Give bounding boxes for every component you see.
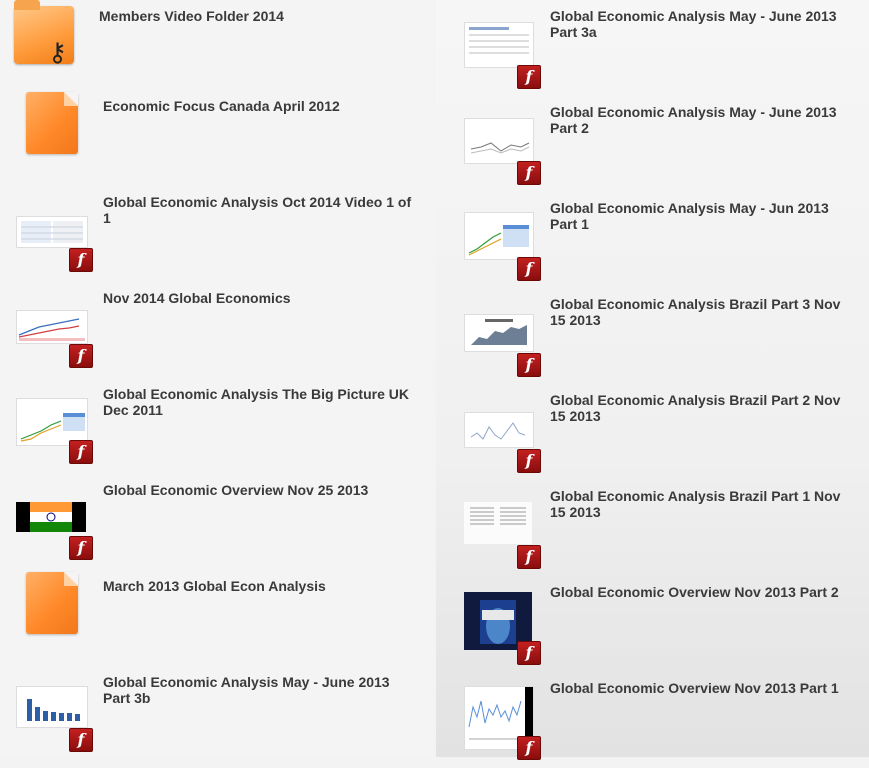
video-thumbnail-image: [464, 212, 534, 260]
thumbnail[interactable]: f: [14, 666, 94, 756]
list-item[interactable]: f Global Economic Analysis May - June 20…: [436, 96, 866, 192]
item-title[interactable]: Global Economic Analysis May - June 2013…: [103, 674, 413, 706]
list-item[interactable]: f Global Economic Analysis Brazil Part 1…: [436, 480, 866, 576]
thumbnail[interactable]: ⚷: [14, 0, 94, 90]
item-title[interactable]: Global Economic Analysis The Big Picture…: [103, 386, 413, 418]
video-library: ⚷ Members Video Folder 2014 Economic Foc…: [0, 0, 869, 760]
video-thumbnail-image: [464, 22, 534, 68]
item-title[interactable]: Global Economic Analysis Brazil Part 2 N…: [550, 392, 855, 424]
item-title[interactable]: Economic Focus Canada April 2012: [103, 98, 413, 114]
list-item[interactable]: Economic Focus Canada April 2012: [0, 90, 430, 186]
thumbnail[interactable]: f: [464, 96, 544, 186]
video-thumbnail-image: [16, 310, 88, 344]
item-title[interactable]: Global Economic Analysis Brazil Part 3 N…: [550, 296, 855, 328]
thumbnail[interactable]: f: [464, 288, 544, 378]
item-title[interactable]: Global Economic Analysis Oct 2014 Video …: [103, 194, 413, 226]
folder-key-icon: ⚷: [14, 0, 74, 66]
item-title[interactable]: Global Economic Analysis Brazil Part 1 N…: [550, 488, 855, 520]
item-title[interactable]: Global Economic Analysis May - Jun 2013 …: [550, 200, 855, 232]
list-item[interactable]: f Global Economic Analysis Brazil Part 3…: [436, 288, 866, 384]
list-item[interactable]: f Global Economic Analysis Oct 2014 Vide…: [0, 186, 430, 282]
thumbnail[interactable]: f: [14, 474, 94, 564]
thumbnail[interactable]: [14, 90, 94, 180]
flash-icon: f: [517, 257, 541, 281]
thumbnail[interactable]: f: [14, 186, 94, 276]
flash-icon: f: [517, 65, 541, 89]
video-thumbnail-image: [16, 398, 88, 446]
thumbnail[interactable]: f: [14, 378, 94, 468]
item-title[interactable]: Global Economic Overview Nov 2013 Part 1: [550, 680, 855, 696]
thumbnail[interactable]: f: [464, 480, 544, 570]
list-item[interactable]: f Global Economic Analysis May - Jun 201…: [436, 192, 866, 288]
item-title[interactable]: March 2013 Global Econ Analysis: [103, 578, 413, 594]
thumbnail[interactable]: f: [464, 672, 544, 762]
video-thumbnail-image: [464, 502, 532, 544]
thumbnail[interactable]: f: [464, 0, 544, 90]
flash-icon: f: [69, 536, 93, 560]
list-item[interactable]: f Global Economic Overview Nov 2013 Part…: [436, 576, 866, 672]
list-item[interactable]: March 2013 Global Econ Analysis: [0, 570, 430, 666]
flash-icon: f: [517, 161, 541, 185]
flash-icon: f: [517, 641, 541, 665]
flash-icon: f: [69, 248, 93, 272]
list-item[interactable]: f Global Economic Analysis May - June 20…: [436, 0, 866, 96]
flash-icon: f: [69, 440, 93, 464]
list-item[interactable]: f Nov 2014 Global Economics: [0, 282, 430, 378]
item-title[interactable]: Nov 2014 Global Economics: [103, 290, 413, 306]
thumbnail[interactable]: f: [464, 384, 544, 474]
list-item[interactable]: f Global Economic Analysis May - June 20…: [0, 666, 430, 762]
flash-icon: f: [517, 353, 541, 377]
video-thumbnail-image: [16, 686, 88, 728]
video-thumbnail-image: [464, 118, 534, 164]
right-column: f Global Economic Analysis May - June 20…: [436, 0, 869, 760]
left-column: ⚷ Members Video Folder 2014 Economic Foc…: [0, 0, 434, 757]
video-thumbnail-image: [16, 502, 86, 532]
list-item[interactable]: f Global Economic Analysis The Big Pictu…: [0, 378, 430, 474]
thumbnail[interactable]: f: [464, 576, 544, 666]
thumbnail[interactable]: f: [14, 282, 94, 372]
document-icon: [26, 92, 78, 154]
item-title[interactable]: Members Video Folder 2014: [99, 8, 409, 24]
video-thumbnail-image: [464, 314, 534, 352]
flash-icon: f: [517, 545, 541, 569]
thumbnail[interactable]: f: [464, 192, 544, 282]
video-thumbnail-image: [464, 412, 534, 448]
list-item[interactable]: f Global Economic Overview Nov 2013 Part…: [436, 672, 866, 768]
item-title[interactable]: Global Economic Analysis May - June 2013…: [550, 8, 855, 40]
list-item[interactable]: f Global Economic Analysis Brazil Part 2…: [436, 384, 866, 480]
flash-icon: f: [69, 728, 93, 752]
video-thumbnail-image: [16, 216, 88, 248]
item-title[interactable]: Global Economic Overview Nov 25 2013: [103, 482, 413, 498]
document-icon: [26, 572, 78, 634]
flash-icon: f: [517, 736, 541, 760]
list-item[interactable]: f Global Economic Overview Nov 25 2013: [0, 474, 430, 570]
thumbnail[interactable]: [14, 570, 94, 660]
item-title[interactable]: Global Economic Overview Nov 2013 Part 2: [550, 584, 855, 600]
list-item[interactable]: ⚷ Members Video Folder 2014: [0, 0, 430, 96]
item-title[interactable]: Global Economic Analysis May - June 2013…: [550, 104, 855, 136]
flash-icon: f: [517, 449, 541, 473]
flash-icon: f: [69, 344, 93, 368]
